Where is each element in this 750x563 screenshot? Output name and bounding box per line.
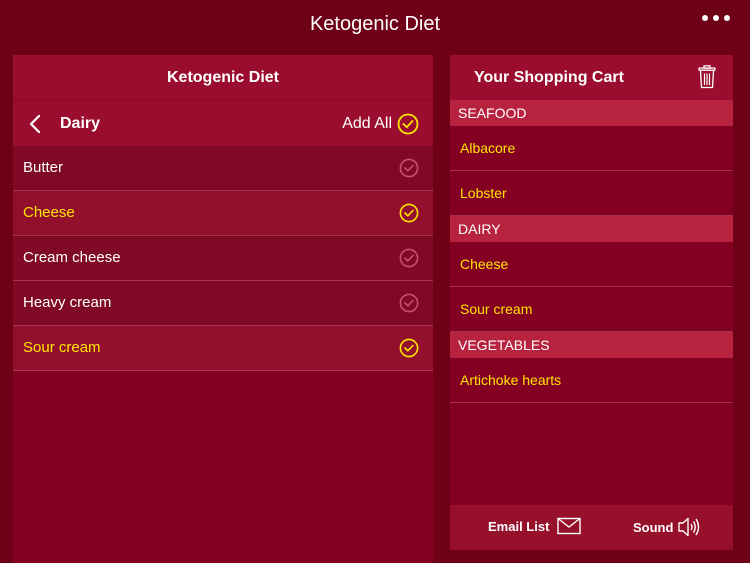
cart-item-label: Sour cream: [460, 301, 533, 317]
mail-icon: [557, 517, 582, 535]
sound-button[interactable]: Sound: [633, 516, 701, 538]
cart-item[interactable]: Albacore: [450, 126, 733, 171]
panel-title: Ketogenic Diet: [13, 55, 433, 100]
cart-section-header: DAIRY: [450, 216, 733, 242]
food-item-row[interactable]: Sour cream: [13, 326, 433, 371]
food-item-row[interactable]: Butter: [13, 146, 433, 191]
sound-label: Sound: [633, 519, 674, 535]
food-item-row[interactable]: Cheese: [13, 191, 433, 236]
email-list-label: Email List: [488, 518, 550, 534]
cart-item-label: Artichoke hearts: [460, 372, 562, 388]
food-item-label: Butter: [23, 159, 64, 176]
check-circle-icon[interactable]: [399, 293, 419, 313]
shopping-cart-panel: Your Shopping Cart SEAFOOD Albacore Lobste…: [450, 55, 733, 550]
add-all-button[interactable]: Add All: [342, 112, 419, 136]
cart-section-header: VEGETABLES: [450, 332, 733, 358]
food-item-row[interactable]: Cream cheese: [13, 236, 433, 281]
speaker-icon: [678, 517, 700, 537]
cart-section-header: SEAFOOD: [450, 100, 733, 126]
cart-item[interactable]: Sour cream: [450, 287, 733, 332]
category-title: Dairy: [60, 115, 101, 132]
check-circle-icon[interactable]: [399, 338, 419, 358]
check-circle-icon: [397, 113, 419, 135]
app-title: Ketogenic Diet: [309, 13, 441, 35]
check-circle-icon[interactable]: [399, 203, 419, 223]
cart-item[interactable]: Cheese: [450, 242, 733, 287]
check-circle-icon[interactable]: [399, 158, 419, 178]
cart-item-label: Albacore: [460, 140, 516, 156]
email-list-button[interactable]: Email List: [488, 517, 582, 535]
cart-list: SEAFOOD Albacore Lobster DAIRY Cheese Sour cr…: [450, 100, 733, 403]
trash-icon[interactable]: [698, 65, 716, 89]
cart-title: Your Shopping Cart: [474, 69, 624, 86]
food-item-label: Cheese: [23, 204, 75, 221]
cart-item[interactable]: Lobster: [450, 171, 733, 216]
chevron-left-icon[interactable]: [27, 114, 45, 134]
food-item-row[interactable]: Heavy cream: [13, 281, 433, 326]
category-nav-bar: Dairy Add All: [13, 100, 433, 146]
food-item-label: Sour cream: [23, 339, 101, 356]
cart-item-label: Cheese: [460, 256, 509, 272]
food-list-panel: Ketogenic Diet Dairy Add All Butter Chees…: [13, 55, 433, 563]
top-bar: Ketogenic Diet: [0, 0, 750, 52]
food-item-label: Heavy cream: [23, 294, 112, 311]
food-item-list: Butter Cheese Cream cheese Heavy cream Sour …: [13, 146, 433, 371]
check-circle-icon[interactable]: [399, 248, 419, 268]
cart-item[interactable]: Artichoke hearts: [450, 358, 733, 403]
add-all-label: Add All: [342, 115, 392, 132]
cart-footer: Email List Sound: [450, 505, 733, 550]
food-item-label: Cream cheese: [23, 249, 121, 266]
cart-item-label: Lobster: [460, 185, 507, 201]
more-icon[interactable]: [702, 12, 730, 24]
cart-header: Your Shopping Cart: [450, 55, 733, 100]
